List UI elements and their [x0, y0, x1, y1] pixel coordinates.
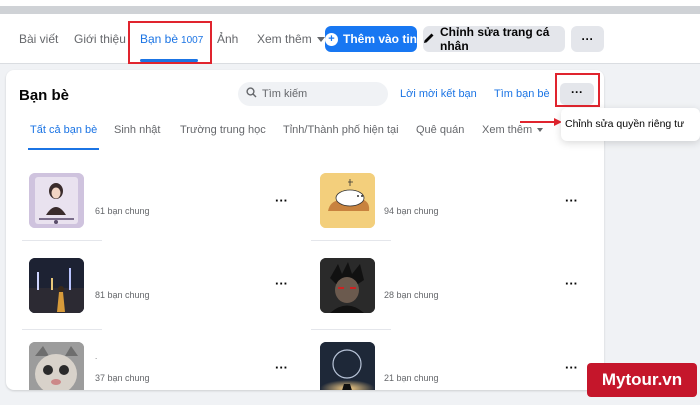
mutual-friends-count: 81 bạn chung [95, 290, 150, 300]
edit-profile-label: Chỉnh sửa trang cá nhân [440, 25, 550, 53]
subtab-birthdays[interactable]: Sinh nhật [114, 124, 160, 136]
edit-profile-button[interactable]: Chỉnh sửa trang cá nhân [423, 25, 565, 53]
tab-about[interactable]: Giới thiệu [74, 14, 126, 64]
find-friends-link[interactable]: Tìm bạn bè [494, 88, 550, 100]
friend-requests-link[interactable]: Lời mời kết bạn [400, 88, 477, 100]
row-divider [22, 329, 102, 330]
search-icon [246, 85, 257, 103]
friends-tab-highlight [128, 21, 212, 64]
mutual-friends-count: 21 bạn chung [384, 373, 439, 383]
friend-more-button[interactable]: ··· [565, 360, 578, 375]
plus-icon: + [325, 32, 338, 46]
friend-more-button[interactable]: ··· [275, 276, 288, 291]
caret-down-icon [537, 128, 544, 133]
friend-avatar[interactable] [29, 173, 84, 228]
mutual-friends-count: 37 bạn chung [95, 373, 150, 383]
friend-avatar[interactable] [29, 342, 84, 390]
row-divider [311, 329, 391, 330]
subtab-current-city[interactable]: Tỉnh/Thành phố hiện tại [283, 124, 399, 136]
friends-search[interactable] [238, 82, 388, 106]
subtab-active-underline [28, 148, 100, 150]
mytour-watermark: Mytour.vn [587, 363, 697, 397]
friends-options-menu: Chỉnh sửa quyền riêng tư [561, 108, 700, 141]
browser-top-band [0, 0, 700, 14]
friends-title: Bạn bè [19, 87, 70, 104]
subtab-hometown[interactable]: Quê quán [416, 124, 464, 136]
mutual-friends-count: 28 bạn chung [384, 290, 439, 300]
friends-card: Bạn bè Lời mời kết bạn Tìm bạn bè ··· Tấ… [6, 70, 604, 390]
friend-more-button[interactable]: ··· [565, 193, 578, 208]
edit-privacy-menu-item[interactable]: Chỉnh sửa quyền riêng tư [565, 118, 684, 130]
friend-more-button[interactable]: ··· [565, 276, 578, 291]
mutual-friends-count: 61 bạn chung [95, 206, 150, 216]
mutual-friends-count: 94 bạn chung [384, 206, 439, 216]
tab-photos[interactable]: Ảnh [217, 14, 238, 64]
search-input[interactable] [262, 88, 377, 100]
friend-avatar[interactable] [320, 258, 375, 313]
add-story-label: Thêm vào tin [343, 32, 418, 46]
more-button-highlight [555, 73, 600, 107]
pencil-icon [423, 32, 435, 47]
tab-see-more-label: Xem thêm [257, 32, 312, 46]
friend-avatar[interactable] [29, 258, 84, 313]
tab-posts[interactable]: Bài viết [19, 14, 58, 64]
friend-name[interactable]: . [95, 352, 97, 361]
subtab-all-friends[interactable]: Tất cả bạn bè [28, 124, 100, 150]
add-story-button[interactable]: + Thêm vào tin [325, 26, 417, 52]
row-divider [311, 240, 391, 241]
subtab-high-school[interactable]: Trường trung học [180, 124, 266, 136]
profile-tab-bar: Bài viết Giới thiệu Bạn bè 1007 Ảnh Xem t… [0, 14, 700, 64]
tab-see-more[interactable]: Xem thêm [257, 14, 325, 64]
more-dots-icon: ··· [581, 32, 594, 46]
profile-more-button[interactable]: ··· [571, 26, 604, 52]
caret-down-icon [316, 37, 325, 43]
friend-more-button[interactable]: ··· [275, 193, 288, 208]
row-divider [22, 240, 102, 241]
pointer-arrow-icon [520, 118, 562, 126]
friend-avatar[interactable] [320, 342, 375, 390]
friend-more-button[interactable]: ··· [275, 360, 288, 375]
subtab-all-friends-label: Tất cả bạn bè [30, 124, 98, 136]
friend-avatar[interactable] [320, 173, 375, 228]
